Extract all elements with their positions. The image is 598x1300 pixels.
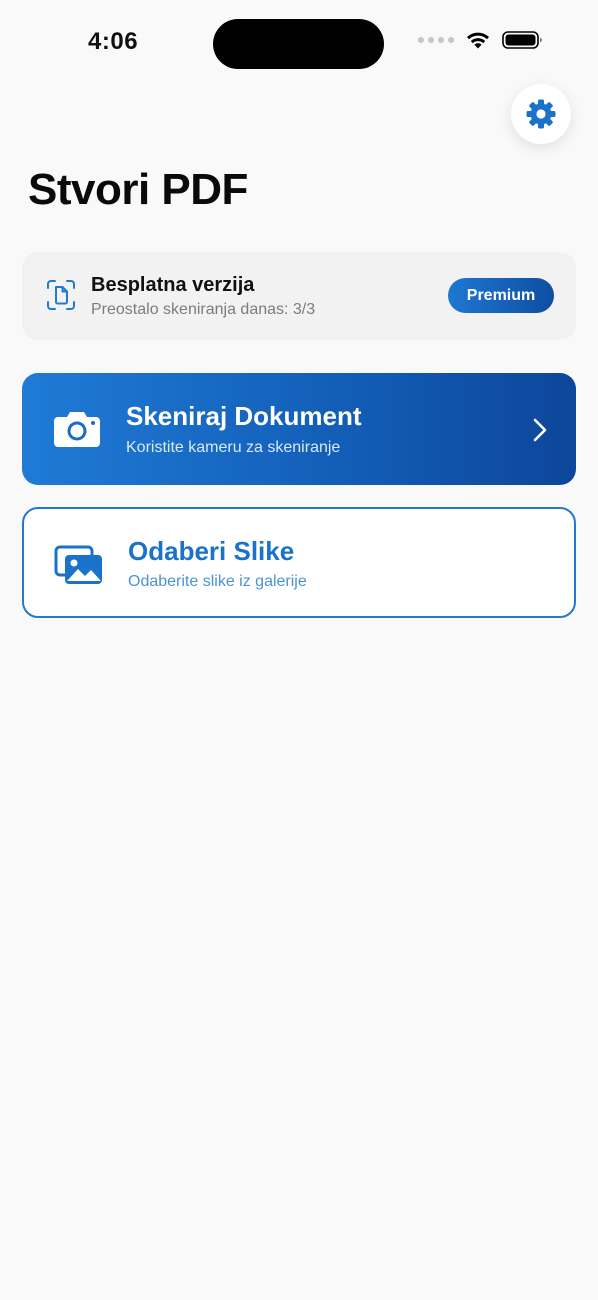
document-scan-icon [47, 280, 75, 310]
dynamic-island [213, 19, 384, 69]
free-plan-card: Besplatna verzija Preostalo skeniranja d… [22, 252, 576, 340]
wifi-icon [467, 32, 489, 49]
status-time: 4:06 [88, 28, 139, 55]
cellular-signal-icon [418, 37, 454, 43]
page-title: Stvori PDF [28, 165, 248, 214]
scan-subtitle: Koristite kameru za skeniranje [126, 439, 341, 456]
gallery-title: Odaberi Slike [128, 536, 295, 566]
camera-icon [54, 412, 100, 447]
chevron-right-icon [533, 418, 547, 442]
pick-images-button[interactable]: Odaberi Slike Odaberite slike iz galerij… [22, 507, 576, 618]
status-bar: 4:06 [0, 0, 598, 90]
scan-title: Skeniraj Dokument [126, 401, 362, 431]
scan-document-button[interactable]: Skeniraj Dokument Koristite kameru za sk… [22, 373, 576, 485]
gear-icon [526, 99, 556, 129]
gallery-subtitle: Odaberite slike iz galerije [128, 573, 307, 590]
photos-icon [54, 545, 102, 584]
battery-icon [502, 31, 542, 49]
status-icons [418, 30, 544, 50]
premium-button[interactable]: Premium [448, 278, 554, 313]
scans-remaining-text: Preostalo skeniranja danas: 3/3 [91, 301, 316, 318]
plan-title: Besplatna verzija [91, 274, 255, 296]
settings-button[interactable] [511, 84, 571, 144]
